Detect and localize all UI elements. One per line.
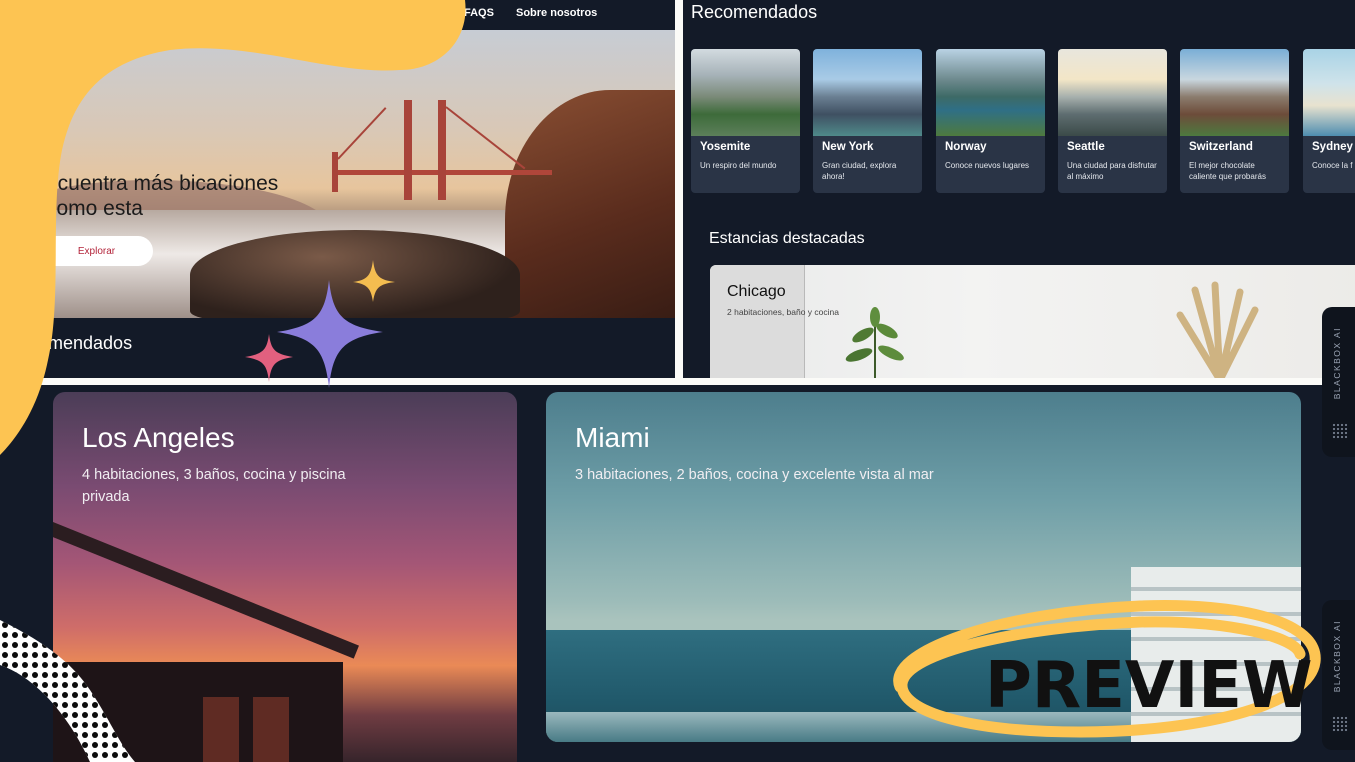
hero-rock xyxy=(190,230,520,318)
card-title: Sydney xyxy=(1312,141,1353,153)
hero-section-heading: omendados xyxy=(38,333,133,353)
card-image xyxy=(691,49,800,136)
featured-card-chicago[interactable]: Chicago 2 habitaciones, baño y cocina xyxy=(710,265,1355,378)
building-floor xyxy=(1131,712,1301,716)
bridge-tower xyxy=(438,100,446,200)
stay-card-title: Los Angeles xyxy=(82,422,235,453)
recommended-card-seattle[interactable]: Seattle Una ciudad para disfrutar al máx… xyxy=(1058,49,1167,193)
stay-card-los-angeles[interactable]: Los Angeles 4 habitaciones, 3 baños, coc… xyxy=(53,392,517,762)
building-floor xyxy=(1131,637,1301,641)
card-title: Yosemite xyxy=(700,141,751,153)
hero-heading: ncuentra más bicaciones como esta xyxy=(46,172,279,220)
card-image xyxy=(1180,49,1289,136)
nav-link-faqs[interactable]: FAQS xyxy=(464,7,494,19)
card-description: Conoce la f Opera xyxy=(1312,161,1355,170)
card-title: New York xyxy=(822,141,874,153)
hero-panel: FAQS Sobre nosotros ncuentra más bicacio… xyxy=(0,0,675,378)
plant-icon xyxy=(845,307,904,378)
building-floor xyxy=(1131,612,1301,616)
house-window xyxy=(203,697,239,762)
stay-card-description: 3 habitaciones, 2 baños, cocina y excele… xyxy=(575,467,934,483)
card-description: Gran ciudad, explora ahora! xyxy=(822,161,897,181)
top-navbar: FAQS Sobre nosotros xyxy=(0,0,675,30)
featured-card-title: Chicago xyxy=(727,283,786,300)
card-image xyxy=(813,49,922,136)
card-image xyxy=(1303,49,1355,136)
stay-card-miami[interactable]: Miami 3 habitaciones, 2 baños, cocina y … xyxy=(546,392,1301,742)
dots-icon xyxy=(1332,716,1348,732)
card-image xyxy=(936,49,1045,136)
house-silhouette xyxy=(53,662,343,762)
blackbox-ai-widget[interactable]: BLACKBOX AI xyxy=(1322,600,1355,750)
bridge-tower xyxy=(404,100,412,200)
blackbox-ai-widget[interactable]: BLACKBOX AI xyxy=(1322,307,1355,457)
recommended-card-yosemite[interactable]: Yosemite Un respiro del mundo xyxy=(691,49,800,193)
card-description: Conoce nuevos lugares xyxy=(945,161,1030,170)
recommended-heading: Recomendados xyxy=(691,2,818,22)
card-description: El mejor chocolate caliente que probarás xyxy=(1189,161,1266,181)
card-title: Switzerland xyxy=(1189,141,1253,153)
widget-label: BLACKBOX AI xyxy=(1332,327,1342,400)
house-window xyxy=(253,697,289,762)
card-description: Un respiro del mundo xyxy=(700,161,777,170)
recommended-card-norway[interactable]: Norway Conoce nuevos lugares xyxy=(936,49,1045,193)
hero-cliff xyxy=(505,90,675,318)
recommended-card-new-york[interactable]: New York Gran ciudad, explora ahora! xyxy=(813,49,922,193)
bridge-cable xyxy=(445,106,526,170)
card-image xyxy=(1058,49,1167,136)
building-floor xyxy=(1131,687,1301,691)
explore-button[interactable]: Explorar xyxy=(40,236,153,266)
featured-card-description: 2 habitaciones, baño y cocina xyxy=(727,307,839,317)
dots-icon xyxy=(1332,423,1348,439)
card-description: Una ciudad para disfrutar al máximo xyxy=(1067,161,1157,181)
bridge-cable xyxy=(337,107,387,160)
featured-image-wall xyxy=(710,265,805,378)
pampas-grass-icon xyxy=(1176,281,1259,378)
beach-building xyxy=(1131,567,1301,742)
stay-card-title: Miami xyxy=(575,422,650,453)
featured-heading: Estancias destacadas xyxy=(709,230,865,247)
stay-card-description: 4 habitaciones, 3 baños, cocina y piscin… xyxy=(82,467,346,505)
card-title: Seattle xyxy=(1067,141,1105,153)
building-floor xyxy=(1131,587,1301,591)
card-title: Norway xyxy=(945,141,987,153)
widget-label: BLACKBOX AI xyxy=(1332,620,1342,693)
building-floor xyxy=(1131,662,1301,666)
house-roof xyxy=(53,522,359,659)
recommended-card-sydney[interactable]: Sydney Conoce la f Opera xyxy=(1303,49,1355,193)
nav-link-about[interactable]: Sobre nosotros xyxy=(516,7,597,19)
recommended-card-switzerland[interactable]: Switzerland El mejor chocolate caliente … xyxy=(1180,49,1289,193)
stays-panel: Los Angeles 4 habitaciones, 3 baños, coc… xyxy=(0,385,1355,762)
recommended-panel: Recomendados Yosemite Un respiro del mun… xyxy=(683,0,1355,378)
